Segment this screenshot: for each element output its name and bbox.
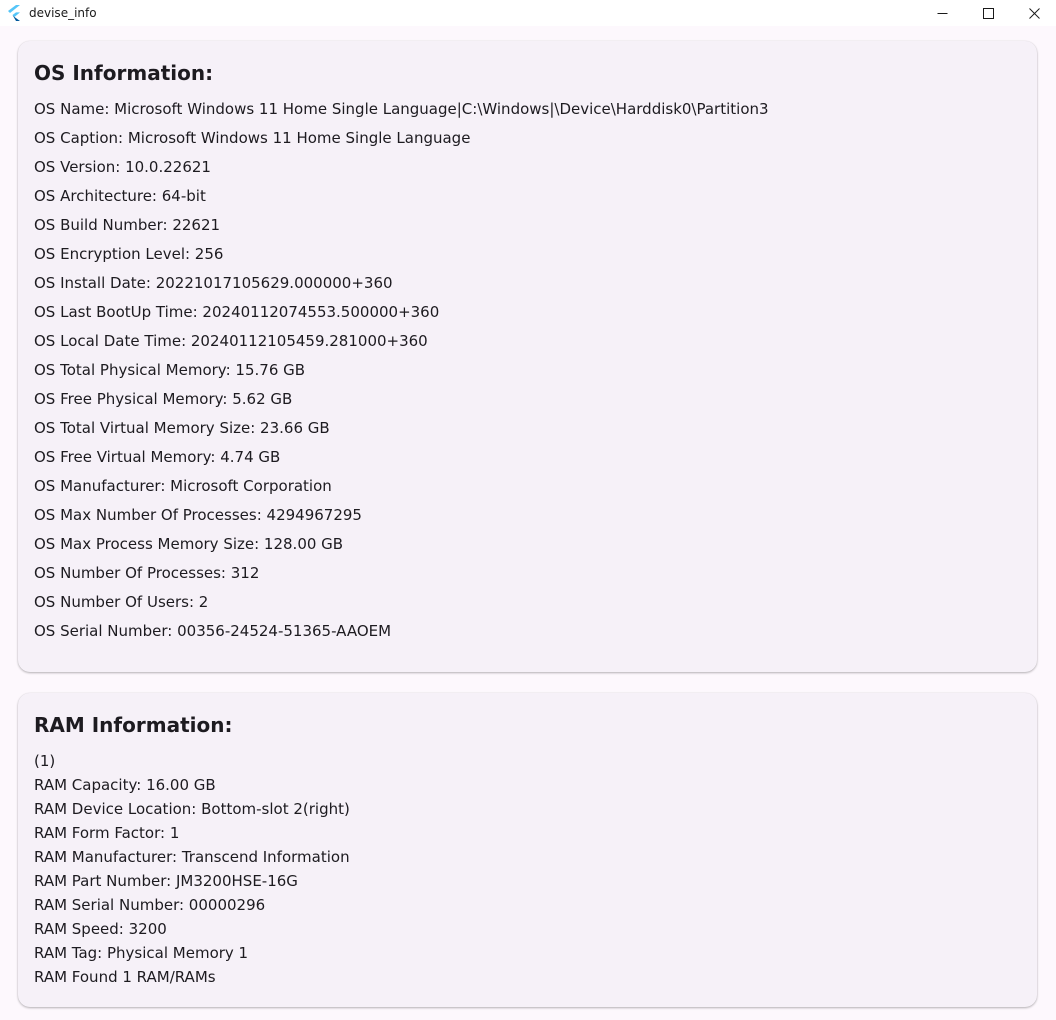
ram-found-count-line: RAM Found 1 RAM/RAMs <box>34 968 216 986</box>
scroll-content[interactable]: OS Information: OS Name: Microsoft Windo… <box>0 26 1056 1020</box>
os-max-process-memory-line: OS Max Process Memory Size: 128.00 GB <box>34 535 344 553</box>
os-max-processes-line: OS Max Number Of Processes: 4294967295 <box>34 506 362 524</box>
os-install-date-line: OS Install Date: 20221017105629.000000+3… <box>34 274 393 292</box>
ram-index-line: (1) <box>34 752 56 770</box>
ram-speed-line: RAM Speed: 3200 <box>34 920 167 938</box>
ram-part-number-line: RAM Part Number: JM3200HSE-16G <box>34 872 298 890</box>
maximize-icon <box>982 7 994 19</box>
os-total-virtual-memory-line: OS Total Virtual Memory Size: 23.66 GB <box>34 419 330 437</box>
flutter-logo-icon <box>8 5 20 21</box>
ram-form-factor-line: RAM Form Factor: 1 <box>34 824 180 842</box>
maximize-button[interactable] <box>965 0 1011 26</box>
ram-tag-line: RAM Tag: Physical Memory 1 <box>34 944 249 962</box>
ram-capacity-line: RAM Capacity: 16.00 GB <box>34 776 216 794</box>
os-local-datetime-line: OS Local Date Time: 20240112105459.28100… <box>34 332 428 350</box>
ram-manufacturer-line: RAM Manufacturer: Transcend Information <box>34 848 350 866</box>
os-version-line: OS Version: 10.0.22621 <box>34 158 211 176</box>
window-title: devise_info <box>29 6 97 20</box>
close-icon <box>1028 7 1040 19</box>
os-free-virtual-memory-line: OS Free Virtual Memory: 4.74 GB <box>34 448 281 466</box>
os-info-card: OS Information: OS Name: Microsoft Windo… <box>18 41 1037 672</box>
os-info-list: OS Name: Microsoft Windows 11 Home Singl… <box>34 98 769 649</box>
os-encryption-level-line: OS Encryption Level: 256 <box>34 245 224 263</box>
os-number-of-users-line: OS Number Of Users: 2 <box>34 593 209 611</box>
os-free-physical-memory-line: OS Free Physical Memory: 5.62 GB <box>34 390 293 408</box>
os-architecture-line: OS Architecture: 64-bit <box>34 187 206 205</box>
os-last-bootup-line: OS Last BootUp Time: 20240112074553.5000… <box>34 303 440 321</box>
os-serial-number-line: OS Serial Number: 00356-24524-51365-AAOE… <box>34 622 392 640</box>
os-build-number-line: OS Build Number: 22621 <box>34 216 221 234</box>
minimize-icon <box>937 12 947 14</box>
ram-info-card: RAM Information: (1) RAM Capacity: 16.00… <box>18 693 1037 1007</box>
os-total-physical-memory-line: OS Total Physical Memory: 15.76 GB <box>34 361 306 379</box>
os-manufacturer-line: OS Manufacturer: Microsoft Corporation <box>34 477 332 495</box>
ram-info-title: RAM Information: <box>34 713 233 737</box>
ram-info-list: (1) RAM Capacity: 16.00 GB RAM Device Lo… <box>34 750 350 990</box>
ram-device-location-line: RAM Device Location: Bottom-slot 2(right… <box>34 800 350 818</box>
os-number-of-processes-line: OS Number Of Processes: 312 <box>34 564 260 582</box>
os-name-line: OS Name: Microsoft Windows 11 Home Singl… <box>34 100 769 118</box>
title-bar[interactable]: devise_info <box>0 0 1056 26</box>
minimize-button[interactable] <box>919 0 965 26</box>
os-caption-line: OS Caption: Microsoft Windows 11 Home Si… <box>34 129 471 147</box>
close-button[interactable] <box>1011 0 1056 26</box>
os-info-title: OS Information: <box>34 61 214 85</box>
ram-serial-number-line: RAM Serial Number: 00000296 <box>34 896 266 914</box>
